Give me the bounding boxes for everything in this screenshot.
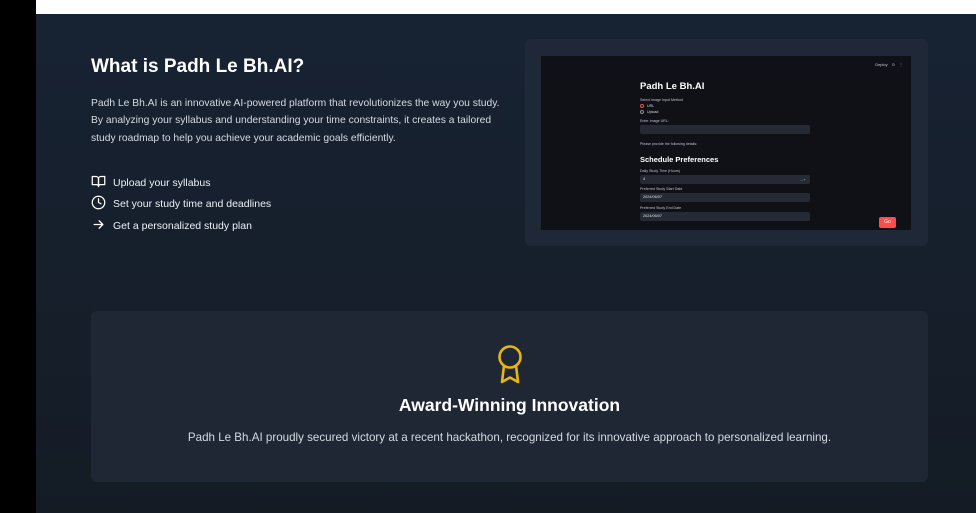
book-open-icon [91, 174, 106, 192]
preview-url-label: Enter Image URL: [640, 119, 669, 123]
award-description: Padh Le Bh.AI proudly secured victory at… [187, 431, 832, 444]
preview-daily-time-value: 4 [643, 177, 646, 181]
radio-selected-icon [640, 104, 644, 108]
preview-schedule-heading: Schedule Preferences [640, 155, 719, 164]
preview-menu-icon: ⋮ [899, 62, 903, 67]
feature-study-plan: Get a personalized study plan [91, 217, 252, 235]
clock-icon [91, 195, 106, 213]
preview-stepper-icon: – + [800, 177, 806, 182]
preview-daily-time-label: Daily Study Time (Hours) [640, 169, 680, 173]
award-title: Award-Winning Innovation [398, 395, 621, 415]
preview-radio-label: URL [647, 104, 655, 108]
preview-radio-label: Upload [647, 110, 659, 114]
feature-label: Set your study time and deadlines [113, 198, 272, 210]
preview-details-prompt: Please provide the following details: [640, 142, 698, 146]
preview-input-method-label: Select Image Input Method [640, 98, 683, 102]
award-card: Award-Winning Innovation Padh Le Bh.AI p… [91, 311, 928, 482]
arrow-right-icon [91, 217, 106, 235]
feature-upload-syllabus: Upload your syllabus [91, 174, 210, 192]
feature-label: Get a personalized study plan [113, 220, 252, 232]
about-section: What is Padh Le Bh.AI? Padh Le Bh.AI is … [36, 14, 976, 513]
preview-title: Padh Le Bh.AI [640, 81, 705, 92]
preview-topbar: Deploy ⊙ ⋮ [875, 62, 903, 67]
preview-end-date-label: Preferred Study End Date [640, 206, 682, 210]
feature-set-time: Set your study time and deadlines [91, 195, 271, 213]
preview-start-date-value: 2024/06/07 [643, 195, 663, 199]
preview-status-icon: ⊙ [891, 62, 895, 67]
screen-top-edge [36, 0, 976, 14]
preview-start-date-input: 2024/06/07 [640, 193, 810, 202]
preview-daily-time-input: 4 – + [640, 175, 810, 184]
preview-deploy-label: Deploy [875, 62, 888, 67]
app-preview-screenshot: Deploy ⊙ ⋮ Padh Le Bh.AI Select Image In… [541, 56, 911, 230]
app-preview-card: Deploy ⊙ ⋮ Padh Le Bh.AI Select Image In… [525, 39, 928, 246]
preview-radio-upload: Upload [640, 110, 658, 114]
preview-end-date-input: 2024/06/07 [640, 212, 810, 221]
feature-label: Upload your syllabus [113, 177, 211, 189]
award-icon [495, 344, 525, 391]
section-description: Padh Le Bh.AI is an innovative AI-powere… [91, 98, 500, 144]
screen-left-edge [0, 0, 36, 513]
preview-radio-url: URL [640, 104, 654, 108]
radio-unselected-icon [640, 110, 644, 114]
preview-url-input [640, 125, 810, 134]
preview-start-date-label: Preferred Study Start Date [640, 187, 683, 191]
preview-submit-button: Go [879, 217, 896, 228]
section-title: What is Padh Le Bh.AI? [91, 56, 305, 77]
preview-end-date-value: 2024/06/07 [643, 214, 663, 218]
